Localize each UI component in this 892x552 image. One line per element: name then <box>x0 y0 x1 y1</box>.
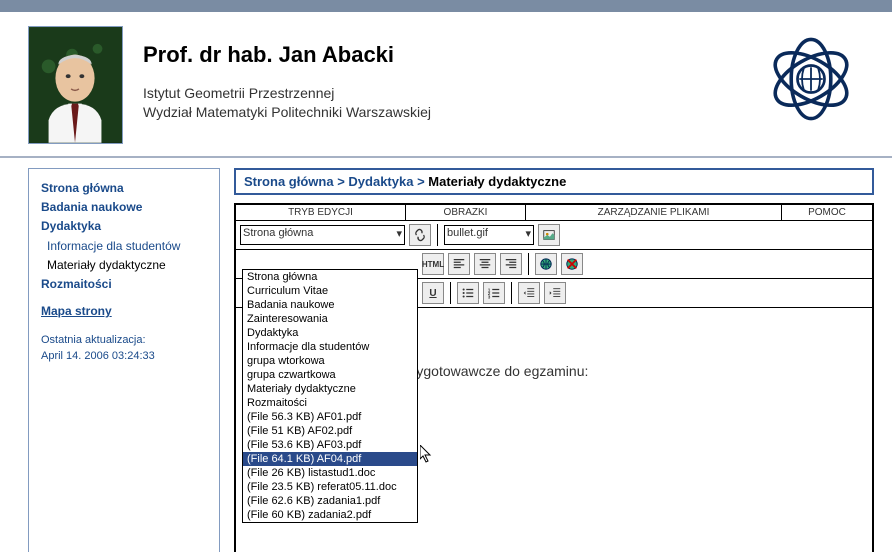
globe-x-icon <box>565 257 579 271</box>
align-right-button[interactable] <box>500 253 522 275</box>
dropdown-item[interactable]: Rozmaitości <box>243 396 417 410</box>
page-select[interactable]: Strona główna ▾ <box>240 225 405 245</box>
dropdown-item[interactable]: Materiały dydaktyczne <box>243 382 417 396</box>
header-text: Prof. dr hab. Jan Abacki Istytut Geometr… <box>123 26 766 122</box>
underline-button[interactable]: U <box>422 282 444 304</box>
sidebar-item-materials[interactable]: Materiały dydaktyczne <box>41 256 207 275</box>
globe-remove-button[interactable] <box>561 253 583 275</box>
toolbar-row-1: Strona główna ▾ bullet.gif ▾ <box>236 221 872 250</box>
list-ol-icon: 123 <box>487 286 501 300</box>
indent-icon <box>548 286 562 300</box>
image-icon <box>542 228 556 242</box>
editor-panel: TRYB EDYCJI OBRAZKI ZARZĄDZANIE PLIKAMI … <box>234 203 874 552</box>
menu-file-mgmt[interactable]: ZARZĄDZANIE PLIKAMI <box>526 205 782 220</box>
page-select-dropdown[interactable]: Strona głównaCurriculum VitaeBadania nau… <box>242 269 418 523</box>
dropdown-item[interactable]: Badania naukowe <box>243 298 417 312</box>
outdent-icon <box>522 286 536 300</box>
html-button[interactable]: HTML <box>422 253 444 275</box>
sidebar-item-teaching[interactable]: Dydaktyka <box>41 217 207 236</box>
link-icon <box>413 228 427 242</box>
sidebar-item-misc[interactable]: Rozmaitości <box>41 275 207 294</box>
editor-menubar: TRYB EDYCJI OBRAZKI ZARZĄDZANIE PLIKAMI … <box>236 205 872 221</box>
sidebar-item-sitemap[interactable]: Mapa strony <box>41 302 112 321</box>
dropdown-item[interactable]: Dydaktyka <box>243 326 417 340</box>
globe-icon <box>539 257 553 271</box>
indent-button[interactable] <box>544 282 566 304</box>
subtitle-line-2: Wydział Matematyki Politechniki Warszaws… <box>143 103 766 122</box>
dropdown-item[interactable]: (File 23.5 KB) referat05.11.doc <box>243 480 417 494</box>
dropdown-item[interactable]: Zainteresowania <box>243 312 417 326</box>
subtitle-line-1: Istytut Geometrii Przestrzennej <box>143 84 766 103</box>
dropdown-item[interactable]: grupa czwartkowa <box>243 368 417 382</box>
list-ul-icon <box>461 286 475 300</box>
dropdown-item[interactable]: (File 62.6 KB) zadania1.pdf <box>243 494 417 508</box>
dropdown-item[interactable]: (File 26 KB) listastud1.doc <box>243 466 417 480</box>
dropdown-item[interactable]: (File 60 KB) zadania2.pdf <box>243 508 417 522</box>
dropdown-item[interactable]: Informacje dla studentów <box>243 340 417 354</box>
menu-edit-mode[interactable]: TRYB EDYCJI <box>236 205 406 220</box>
sidebar-nav: Strona główna Badania naukowe Dydaktyka … <box>28 168 220 552</box>
sidebar-item-home[interactable]: Strona główna <box>41 179 207 198</box>
person-icon <box>29 27 122 143</box>
dropdown-item[interactable]: (File 53.6 KB) AF03.pdf <box>243 438 417 452</box>
breadcrumb: Strona główna > Dydaktyka > Materiały dy… <box>234 168 874 195</box>
align-center-icon <box>478 257 492 271</box>
align-left-icon <box>452 257 466 271</box>
page-title: Prof. dr hab. Jan Abacki <box>143 42 766 68</box>
insert-link-button[interactable] <box>409 224 431 246</box>
site-logo-icon <box>766 34 856 124</box>
page-header: Prof. dr hab. Jan Abacki Istytut Geometr… <box>0 12 892 158</box>
menu-help[interactable]: POMOC <box>782 205 872 220</box>
portrait-photo <box>28 26 123 144</box>
breadcrumb-teaching[interactable]: Dydaktyka <box>348 174 413 189</box>
svg-text:3: 3 <box>488 294 491 299</box>
sidebar-item-research[interactable]: Badania naukowe <box>41 198 207 217</box>
dropdown-item[interactable]: Curriculum Vitae <box>243 284 417 298</box>
number-list-button[interactable]: 123 <box>483 282 505 304</box>
menu-images[interactable]: OBRAZKI <box>406 205 526 220</box>
outdent-button[interactable] <box>518 282 540 304</box>
bullet-list-button[interactable] <box>457 282 479 304</box>
align-right-icon <box>504 257 518 271</box>
dropdown-item[interactable]: (File 64.1 KB) AF04.pdf <box>243 452 417 466</box>
globe-button[interactable] <box>535 253 557 275</box>
last-updated: Ostatnia aktualizacja: April 14. 2006 03… <box>41 333 207 364</box>
dropdown-item[interactable]: Strona główna <box>243 270 417 284</box>
breadcrumb-home[interactable]: Strona główna <box>244 174 334 189</box>
breadcrumb-current: Materiały dydaktyczne <box>428 174 566 189</box>
align-left-button[interactable] <box>448 253 470 275</box>
dropdown-item[interactable]: grupa wtorkowa <box>243 354 417 368</box>
sidebar-item-student-info[interactable]: Informacje dla studentów <box>41 237 207 256</box>
image-select[interactable]: bullet.gif ▾ <box>444 225 534 245</box>
dropdown-item[interactable]: (File 51 KB) AF02.pdf <box>243 424 417 438</box>
align-center-button[interactable] <box>474 253 496 275</box>
insert-image-button[interactable] <box>538 224 560 246</box>
dropdown-item[interactable]: (File 56.3 KB) AF01.pdf <box>243 410 417 424</box>
